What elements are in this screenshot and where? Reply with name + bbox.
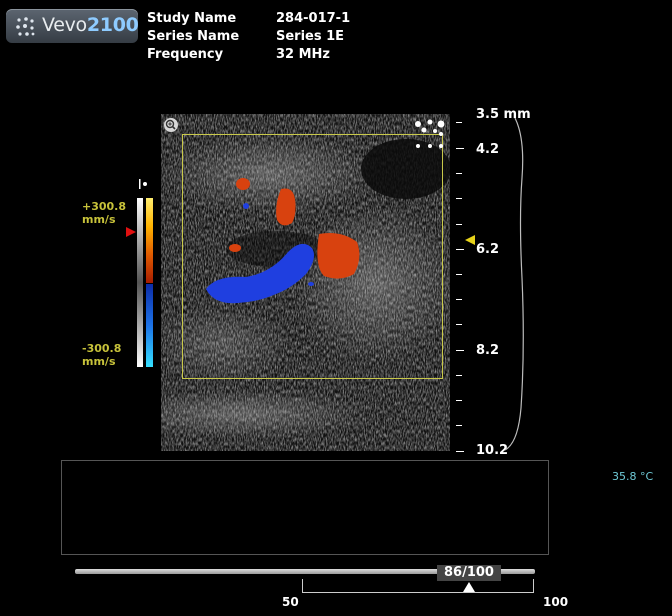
frame-range-min: 50	[282, 595, 299, 609]
temperature-readout: 35.8 °C	[612, 470, 654, 483]
color-bar-marker-icon	[139, 179, 147, 189]
tgc-curve[interactable]	[505, 118, 535, 458]
zoom-icon[interactable]	[163, 117, 179, 133]
study-name-value: 284-017-1	[276, 11, 351, 26]
depth-label: 6.2	[476, 242, 500, 257]
frame-slider-value: 86/100	[437, 565, 501, 581]
layout-icon[interactable]	[413, 118, 447, 152]
study-name-label: Study Name	[147, 11, 237, 26]
depth-label: 8.2	[476, 343, 500, 358]
series-name-label: Series Name	[147, 29, 240, 44]
trace-panel	[61, 460, 549, 555]
frame-range-right-tick	[533, 579, 534, 593]
frame-slider-handle-icon[interactable]	[463, 582, 475, 592]
velocity-min-unit: mm/s	[82, 355, 116, 368]
focus-arrow-icon[interactable]	[465, 235, 475, 245]
velocity-max: +300.8	[82, 200, 127, 213]
color-doppler-roi-box[interactable]	[182, 134, 443, 379]
marker-arrow-icon[interactable]	[126, 227, 136, 237]
color-scale-negative	[146, 284, 153, 367]
logo-text: Vevo2100	[42, 14, 139, 36]
depth-label-bottom: 10.2	[476, 443, 509, 458]
color-scale-positive	[146, 198, 153, 283]
depth-label: 4.2	[476, 142, 500, 157]
frequency-value: 32 MHz	[276, 47, 330, 62]
frame-range-line	[302, 592, 534, 593]
vevo-logo: Vevo2100	[6, 9, 139, 43]
frame-range-left-tick	[302, 579, 303, 593]
series-name-value: Series 1E	[276, 29, 345, 44]
frame-range-max: 100	[543, 595, 569, 609]
gray-scale-bar	[137, 198, 143, 367]
logo-dots-icon	[16, 17, 35, 36]
velocity-max-unit: mm/s	[82, 213, 116, 226]
velocity-min: -300.8	[82, 342, 122, 355]
frequency-label: Frequency	[147, 47, 224, 62]
